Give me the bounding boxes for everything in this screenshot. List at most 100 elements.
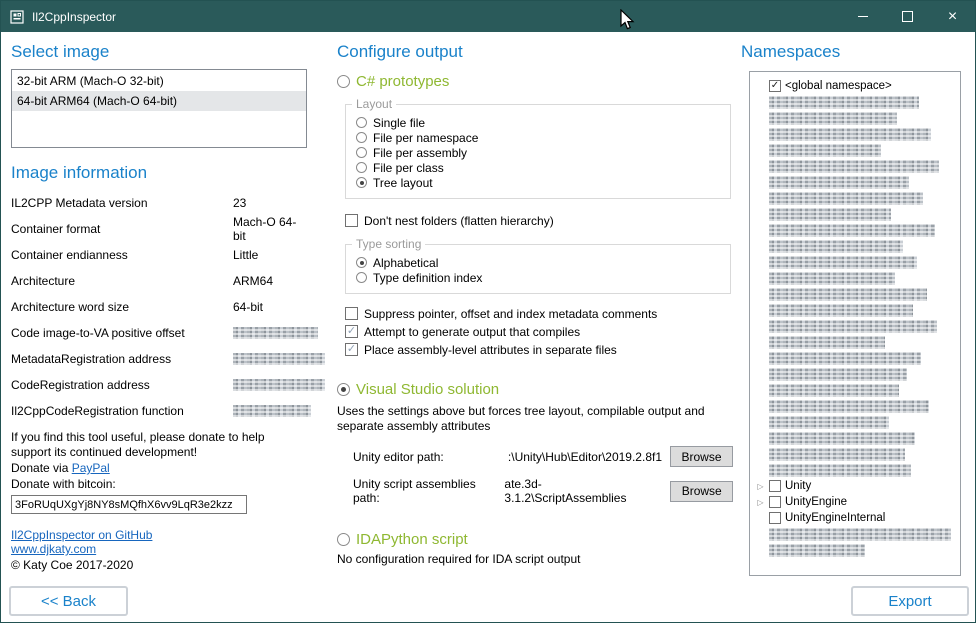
info-value: 23	[233, 196, 246, 210]
namespace-item[interactable]: ▷	[750, 94, 960, 110]
namespace-item[interactable]: ▷ <global namespace>	[750, 78, 960, 94]
namespace-item[interactable]: ▷ Unity	[750, 478, 960, 494]
layout-option-radio[interactable]: File per assembly	[356, 145, 722, 160]
namespace-item[interactable]: ▷ UnityEngineInternal	[750, 510, 960, 526]
redacted-namespace	[769, 144, 881, 157]
window-title: Il2CppInspector	[32, 10, 840, 24]
layout-option-radio[interactable]: Single file	[356, 115, 722, 130]
namespace-item[interactable]: ▷	[750, 430, 960, 446]
minimize-button[interactable]	[840, 1, 885, 32]
namespace-item[interactable]: ▷	[750, 206, 960, 222]
namespace-item[interactable]: ▷	[750, 286, 960, 302]
browse-assemblies-button[interactable]: Browse	[670, 481, 733, 502]
bitcoin-address-input[interactable]	[11, 495, 247, 514]
github-link[interactable]: Il2CppInspector on GitHub	[11, 528, 307, 542]
bitcoin-label: Donate with bitcoin:	[11, 477, 307, 492]
namespace-item[interactable]: ▷	[750, 238, 960, 254]
info-label: MetadataRegistration address	[11, 352, 171, 366]
paypal-link[interactable]: PayPal	[72, 461, 110, 475]
namespace-item[interactable]: ▷	[750, 350, 960, 366]
radio-icon	[356, 147, 367, 158]
info-row: Container endianness Little	[11, 242, 307, 268]
namespace-item[interactable]: ▷	[750, 446, 960, 462]
csharp-prototypes-radio[interactable]: C# prototypes	[337, 73, 733, 90]
namespace-item[interactable]: ▷	[750, 542, 960, 558]
unity-assemblies-path-row: Unity script assemblies path: ate.3d-3.1…	[353, 477, 733, 505]
layout-groupbox: Layout Single file File per namespace Fi…	[345, 104, 731, 199]
namespace-item[interactable]: ▷	[750, 462, 960, 478]
checkbox-icon	[345, 343, 358, 356]
radio-icon	[356, 257, 367, 268]
checkbox-icon[interactable]	[769, 80, 781, 92]
namespace-item[interactable]: ▷	[750, 382, 960, 398]
namespace-item[interactable]: ▷	[750, 158, 960, 174]
visual-studio-radio[interactable]: Visual Studio solution	[337, 381, 733, 398]
output-option-checkbox[interactable]: Place assembly-level attributes in separ…	[345, 342, 733, 357]
radio-icon	[337, 383, 350, 396]
output-option-checkbox[interactable]: Attempt to generate output that compiles	[345, 324, 733, 339]
namespaces-list[interactable]: ▷ <global namespace> ▷ ▷ ▷ ▷	[749, 71, 961, 576]
namespace-item[interactable]: ▷	[750, 366, 960, 382]
configure-output-panel: Configure output C# prototypes Layout Si…	[337, 41, 733, 567]
layout-option-radio[interactable]: File per class	[356, 160, 722, 175]
namespace-item[interactable]: ▷	[750, 174, 960, 190]
output-option-checkbox[interactable]: Suppress pointer, offset and index metad…	[345, 306, 733, 321]
namespace-item[interactable]: ▷	[750, 190, 960, 206]
expander-icon[interactable]: ▷	[756, 482, 765, 491]
radio-icon	[356, 272, 367, 283]
maximize-button[interactable]	[885, 1, 930, 32]
idapython-radio[interactable]: IDAPython script	[337, 531, 733, 548]
flatten-checkbox[interactable]: Don't nest folders (flatten hierarchy)	[345, 213, 733, 228]
window-controls: ×	[840, 1, 975, 32]
checkbox-icon[interactable]	[769, 496, 781, 508]
namespace-item[interactable]: ▷	[750, 302, 960, 318]
namespace-item[interactable]: ▷	[750, 270, 960, 286]
namespace-item[interactable]: ▷	[750, 110, 960, 126]
redacted-namespace	[769, 544, 865, 557]
browse-editor-button[interactable]: Browse	[670, 446, 733, 467]
image-option[interactable]: 64-bit ARM64 (Mach-O 64-bit)	[12, 91, 306, 111]
namespace-item[interactable]: ▷ UnityEngine	[750, 494, 960, 510]
info-label: CodeRegistration address	[11, 378, 150, 392]
namespace-item[interactable]: ▷	[750, 126, 960, 142]
csharp-option-wrap: C# prototypes	[337, 73, 733, 90]
namespace-item[interactable]: ▷	[750, 254, 960, 270]
namespace-item[interactable]: ▷	[750, 318, 960, 334]
redacted-value	[233, 405, 311, 417]
titlebar[interactable]: Il2CppInspector ×	[1, 1, 975, 32]
redacted-namespace	[769, 208, 891, 221]
checkbox-icon	[345, 325, 358, 338]
info-row: MetadataRegistration address	[11, 346, 307, 372]
info-row: IL2CPP Metadata version 23	[11, 190, 307, 216]
namespace-item[interactable]: ▷	[750, 526, 960, 542]
namespace-item[interactable]: ▷	[750, 334, 960, 350]
layout-option-radio[interactable]: File per namespace	[356, 130, 722, 145]
info-row: CodeRegistration address	[11, 372, 307, 398]
info-value: ARM64	[233, 274, 273, 288]
info-label: Container endianness	[11, 248, 128, 262]
checkbox-icon[interactable]	[769, 512, 781, 524]
info-label: IL2CPP Metadata version	[11, 196, 148, 210]
image-listbox[interactable]: 32-bit ARM (Mach-O 32-bit) 64-bit ARM64 …	[11, 69, 307, 148]
type-sorting-option-radio[interactable]: Alphabetical	[356, 255, 722, 270]
checkbox-icon[interactable]	[769, 480, 781, 492]
namespace-label: <global namespace>	[785, 80, 892, 92]
export-button[interactable]: Export	[851, 586, 969, 616]
redacted-namespace	[769, 384, 899, 397]
type-sorting-option-radio[interactable]: Type definition index	[356, 270, 722, 285]
layout-option-label: Single file	[373, 116, 425, 130]
namespace-item[interactable]: ▷	[750, 398, 960, 414]
close-button[interactable]: ×	[930, 1, 975, 32]
namespace-item[interactable]: ▷	[750, 142, 960, 158]
website-link[interactable]: www.djkaty.com	[11, 542, 307, 556]
redacted-namespace	[769, 432, 915, 445]
back-button[interactable]: << Back	[9, 586, 128, 616]
output-option-label: Place assembly-level attributes in separ…	[364, 343, 617, 357]
namespace-item[interactable]: ▷	[750, 222, 960, 238]
layout-option-radio[interactable]: Tree layout	[356, 175, 722, 190]
idapython-label: IDAPython script	[356, 531, 468, 548]
image-option[interactable]: 32-bit ARM (Mach-O 32-bit)	[12, 71, 306, 91]
namespace-item[interactable]: ▷	[750, 414, 960, 430]
expander-icon[interactable]: ▷	[756, 498, 765, 507]
info-label: Architecture word size	[11, 300, 129, 314]
